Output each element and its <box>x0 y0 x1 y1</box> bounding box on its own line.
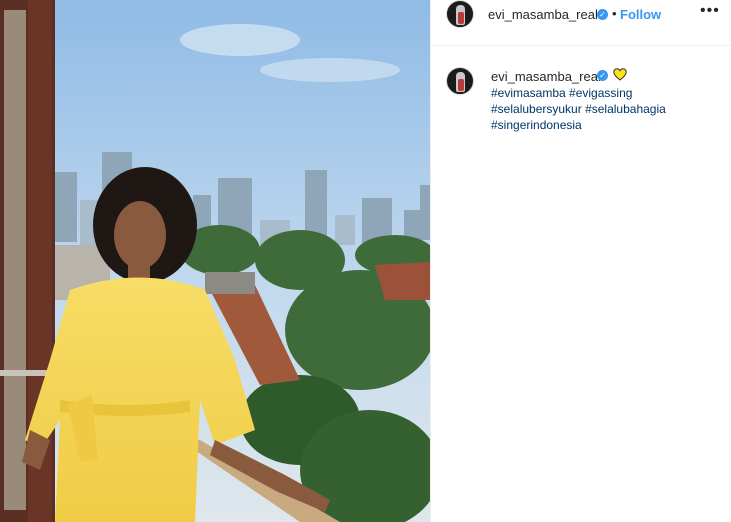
verified-badge-icon: ✓ <box>597 70 608 81</box>
post-header: evi_masamba_real ✓ • Follow ••• <box>431 0 731 46</box>
hashtag-link[interactable]: #evimasamba <box>491 86 566 100</box>
caption-hashtags: #evimasamba #evigassing #selalubersyukur… <box>491 85 701 133</box>
author-avatar[interactable] <box>446 0 474 28</box>
author-username[interactable]: evi_masamba_real <box>488 7 598 22</box>
yellow-heart-icon <box>613 68 627 81</box>
hashtag-link[interactable]: #selalubahagia <box>585 102 666 116</box>
separator-dot: • <box>612 6 617 21</box>
verified-badge-icon: ✓ <box>597 9 608 20</box>
post-details-panel: evi_masamba_real ✓ • Follow ••• evi_masa… <box>430 0 731 522</box>
hashtag-link[interactable]: #evigassing <box>569 86 632 100</box>
caption-username[interactable]: evi_masamba_real <box>491 69 601 84</box>
post-photo[interactable] <box>0 0 430 522</box>
caption-avatar[interactable] <box>446 67 474 95</box>
post-image <box>0 0 430 522</box>
more-options-icon[interactable]: ••• <box>700 2 720 20</box>
hashtag-link[interactable]: #selalubersyukur <box>491 102 582 116</box>
follow-button[interactable]: Follow <box>620 7 661 22</box>
hashtag-link[interactable]: #singerindonesia <box>491 118 582 132</box>
